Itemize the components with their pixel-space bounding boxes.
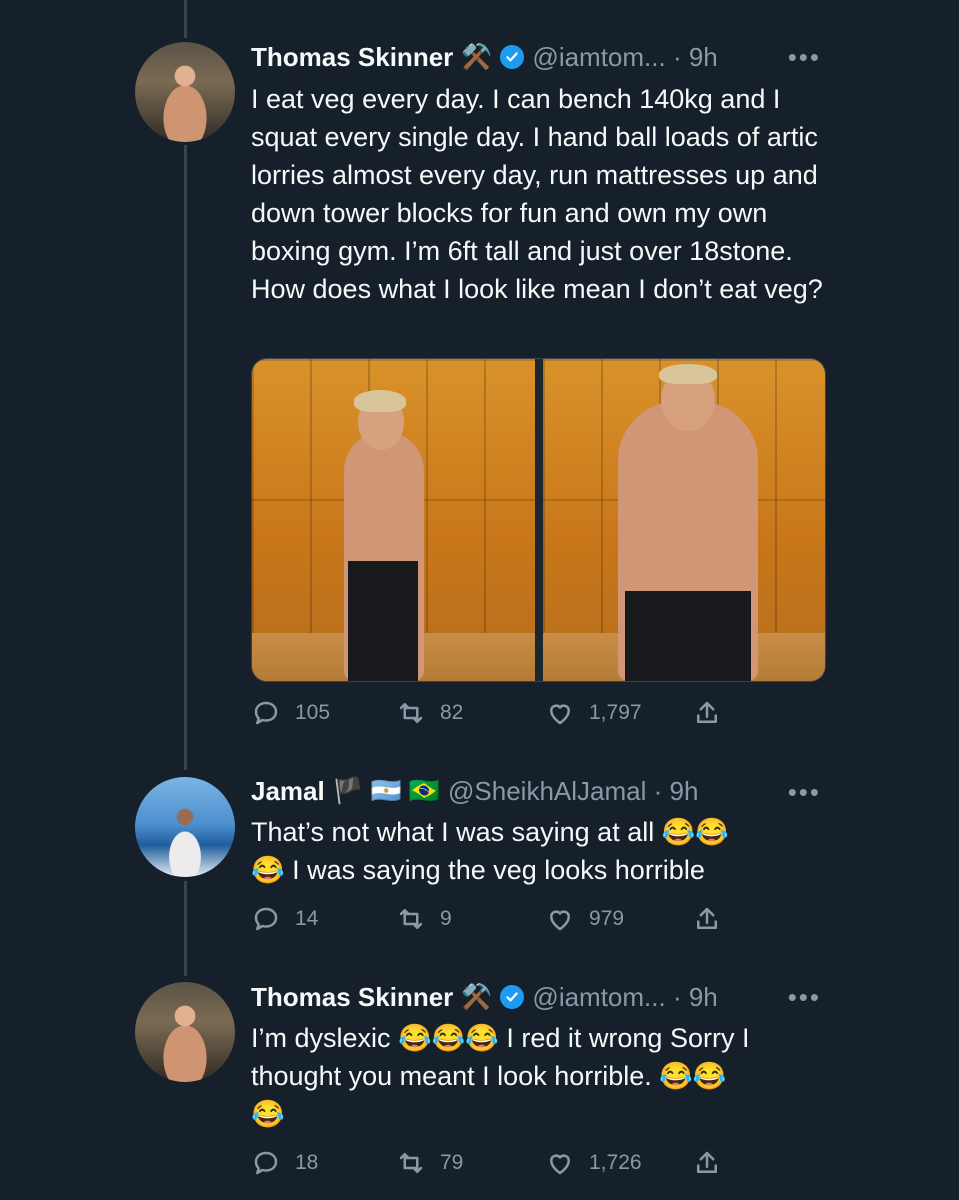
like-button[interactable]: 1,797	[545, 698, 642, 728]
like-icon	[550, 1154, 570, 1175]
tweet-2[interactable]: Jamal 🏴 🇦🇷 🇧🇷 @SheikhAlJamal · 9h ••• Th…	[0, 760, 959, 960]
tweet-text: That’s not what I was saying at all 😂😂 😂…	[251, 817, 729, 885]
display-name[interactable]: Thomas Skinner	[251, 982, 453, 1013]
handle-and-time: @SheikhAlJamal · 9h	[448, 775, 699, 806]
handle-and-time: @iamtom... · 9h	[532, 981, 718, 1012]
avatar[interactable]	[135, 777, 235, 877]
tweet-actions: 105 82 1,797	[251, 698, 751, 728]
more-options-icon[interactable]: •••	[788, 42, 821, 73]
person-hair	[354, 390, 406, 412]
tweet-3[interactable]: Thomas Skinner ⚒️ @iamtom... · 9h ••• I’…	[0, 960, 959, 1200]
tweet-media[interactable]	[251, 358, 826, 682]
like-icon	[550, 704, 570, 725]
retweet-button[interactable]: 82	[396, 698, 463, 728]
retweet-count: 9	[440, 907, 452, 930]
verified-badge-icon	[500, 45, 525, 69]
tweet-header: Thomas Skinner ⚒️ @iamtom... · 9h	[251, 40, 718, 74]
retweet-button[interactable]: 9	[396, 904, 452, 934]
name-emoji: 🏴 🇦🇷 🇧🇷	[332, 776, 441, 805]
tweet-actions: 18 79 1,726	[251, 1148, 751, 1178]
like-count: 979	[589, 907, 625, 930]
reply-count: 105	[295, 701, 331, 724]
reply-button[interactable]: 105	[251, 698, 330, 728]
photo-front-view[interactable]	[542, 359, 825, 681]
like-icon	[550, 910, 570, 931]
like-button[interactable]: 1,726	[545, 1148, 642, 1178]
retweet-count: 79	[440, 1151, 464, 1174]
share-button[interactable]	[692, 1148, 722, 1178]
verified-badge-icon	[500, 985, 525, 1009]
retweet-icon	[399, 909, 423, 929]
share-button[interactable]	[692, 904, 722, 934]
share-icon	[697, 1151, 717, 1173]
avatar[interactable]	[135, 42, 235, 142]
share-button[interactable]	[692, 698, 722, 728]
reply-icon	[254, 1151, 278, 1175]
retweet-button[interactable]: 79	[396, 1148, 463, 1178]
more-options-icon[interactable]: •••	[788, 777, 821, 808]
avatar[interactable]	[135, 982, 235, 1082]
retweet-icon	[399, 1153, 423, 1173]
shorts	[624, 591, 751, 681]
name-emoji: ⚒️	[461, 42, 493, 71]
tweet-actions: 14 9 979	[251, 904, 751, 934]
name-emoji: ⚒️	[461, 982, 493, 1011]
shorts	[348, 561, 418, 681]
retweet-icon	[399, 703, 423, 723]
tweet-text: I eat veg every day. I can bench 140kg a…	[251, 84, 826, 304]
person-hair	[658, 364, 717, 384]
tweet-header: Jamal 🏴 🇦🇷 🇧🇷 @SheikhAlJamal · 9h	[251, 774, 698, 808]
display-name[interactable]: Jamal	[251, 776, 325, 807]
handle-and-time: @iamtom... · 9h	[532, 41, 718, 72]
share-icon	[697, 907, 717, 929]
reply-count: 18	[295, 1151, 319, 1174]
retweet-count: 82	[440, 701, 464, 724]
share-icon	[697, 701, 717, 723]
like-button[interactable]: 979	[545, 904, 624, 934]
tweet-text: I’m dyslexic 😂😂😂 I red it wrong Sorry I …	[251, 1023, 750, 1129]
more-options-icon[interactable]: •••	[788, 982, 821, 1013]
tweet-1[interactable]: Thomas Skinner ⚒️ @iamtom... · 9h ••• I …	[0, 0, 959, 760]
reply-icon	[254, 907, 278, 931]
reply-count: 14	[295, 907, 319, 930]
like-count: 1,726	[589, 1151, 642, 1174]
reply-button[interactable]: 14	[251, 904, 318, 934]
photo-side-view[interactable]	[252, 359, 535, 681]
tweet-header: Thomas Skinner ⚒️ @iamtom... · 9h	[251, 980, 718, 1014]
like-count: 1,797	[589, 701, 642, 724]
reply-icon	[254, 701, 278, 725]
reply-button[interactable]: 18	[251, 1148, 318, 1178]
display-name[interactable]: Thomas Skinner	[251, 42, 453, 73]
